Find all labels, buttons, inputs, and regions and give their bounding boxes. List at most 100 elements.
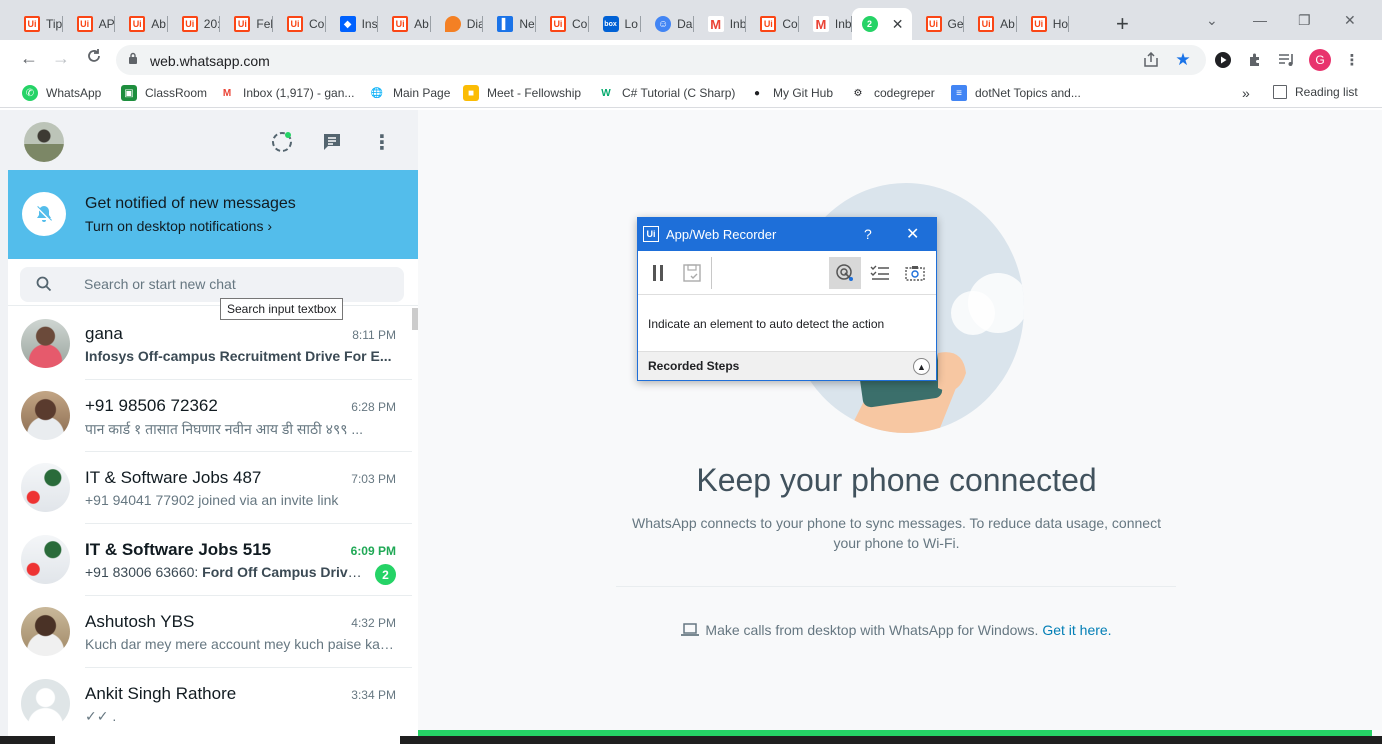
chat-row[interactable]: gana 8:11 PM Infosys Off-campus Recruitmen… xyxy=(8,308,418,380)
chat-sidebar: ⋮ Get notified of new messages Turn on d… xyxy=(8,110,418,736)
steps-list-button[interactable] xyxy=(864,257,896,289)
desktop-calls-text: Make calls from desktop with WhatsApp fo… xyxy=(705,622,1043,638)
recorder-titlebar[interactable]: Ui App/Web Recorder ? ✕ xyxy=(638,218,936,251)
browser-tab[interactable]: ◆ Ins xyxy=(326,8,379,40)
intro-panel: Keep your phone connected WhatsApp conne… xyxy=(418,110,1382,736)
tab-title: Inb xyxy=(834,17,852,31)
whatsapp-icon: ✆ xyxy=(22,85,38,101)
recorder-close-button[interactable]: ✕ xyxy=(906,224,919,244)
bookmark-label: C# Tutorial (C Sharp) xyxy=(622,86,736,100)
browser-tab[interactable]: Ui AP xyxy=(63,8,116,40)
tab-title: Da xyxy=(677,17,693,31)
browser-tab[interactable]: M Inb xyxy=(799,8,852,40)
forward-icon[interactable]: → xyxy=(52,48,70,69)
browser-tab[interactable]: Ui Ab xyxy=(115,8,168,40)
wikipedia-icon: 🌐 xyxy=(369,85,385,101)
browser-tab[interactable]: box Lo xyxy=(589,8,642,40)
search-tooltip: Search input textbox xyxy=(220,298,344,320)
tab-list: Ui Tip Ui AP Ui Ab Ui 20: Ui Fel Ui Co ◆ Ins Ui Ab Dia ▌ N… xyxy=(10,8,1069,40)
tab-search-chevron-icon[interactable]: ⌄ xyxy=(1206,12,1218,29)
tab-title: Ab xyxy=(151,17,166,31)
chat-row[interactable]: Ashutosh YBS 4:32 PM Kuch dar mey mere acc… xyxy=(8,596,418,668)
reading-list-button[interactable]: Reading list xyxy=(1273,85,1358,99)
new-tab-button[interactable]: + xyxy=(1116,12,1129,36)
help-button[interactable]: ? xyxy=(864,226,872,242)
browser-tab[interactable]: Ui Ho xyxy=(1017,8,1070,40)
chat-row[interactable]: IT & Software Jobs 487 7:03 PM +91 94041 7… xyxy=(8,452,418,524)
back-icon[interactable]: ← xyxy=(20,48,38,69)
intro-subtext: WhatsApp connects to your phone to sync … xyxy=(632,515,1161,551)
browser-tab[interactable]: 2 ✕ xyxy=(851,8,912,40)
recorder-dialog: Ui App/Web Recorder ? ✕ Indicate an elem… xyxy=(637,217,937,381)
bookmark-item[interactable]: ● My Git Hub xyxy=(749,85,833,101)
browser-tab[interactable]: ☺ Da xyxy=(641,8,694,40)
menu-icon[interactable]: ⋮ xyxy=(370,130,394,154)
get-it-here-link[interactable]: Get it here. xyxy=(1042,622,1111,638)
browser-tab[interactable]: Ui Co xyxy=(273,8,326,40)
browser-tab[interactable]: Ui Ge xyxy=(912,8,965,40)
tab-title: Tip xyxy=(46,17,63,31)
search-input[interactable] xyxy=(84,274,384,294)
menu-kebab-icon[interactable]: ⋮ xyxy=(1343,51,1361,69)
bookmark-item[interactable]: M Inbox (1,917) - gan... xyxy=(219,85,354,101)
browser-tab[interactable]: Ui 20: xyxy=(168,8,220,40)
screenshot-button[interactable] xyxy=(899,257,931,289)
bookmarks-bar: » Reading list ✆ WhatsApp ▣ ClassRoom M Inbox… xyxy=(0,80,1382,108)
profile-avatar[interactable]: G xyxy=(1309,49,1331,71)
media-queue-icon[interactable] xyxy=(1278,51,1296,69)
minimize-icon[interactable]: — xyxy=(1253,12,1267,28)
search-box[interactable] xyxy=(20,267,404,302)
gmail-icon: M xyxy=(707,16,724,32)
chat-last-message: Kuch dar mey mere account mey kuch paise… xyxy=(85,636,395,652)
intro-headline: Keep your phone connected xyxy=(696,462,1097,498)
browser-tab[interactable]: Ui Fel xyxy=(220,8,273,40)
classroom-icon: ▣ xyxy=(121,85,137,101)
os-taskbar xyxy=(0,736,1382,744)
save-button[interactable] xyxy=(676,257,708,289)
chat-row[interactable]: IT & Software Jobs 515 6:09 PM +91 83006 6… xyxy=(8,524,418,596)
pause-button[interactable] xyxy=(642,257,674,289)
browser-tab[interactable]: Ui Ab xyxy=(964,8,1017,40)
recorded-steps-header[interactable]: Recorded Steps ▲ xyxy=(638,351,936,380)
share-icon[interactable] xyxy=(1142,51,1160,69)
browser-tab[interactable]: ▌ Ne xyxy=(483,8,536,40)
browser-tab[interactable]: Ui Co xyxy=(746,8,799,40)
tab-title: Co xyxy=(308,17,325,31)
search-bar xyxy=(8,259,418,306)
browser-tab[interactable]: Ui Co xyxy=(536,8,589,40)
taskbar-search[interactable] xyxy=(55,736,400,744)
uipath-icon: Ui xyxy=(1030,16,1047,32)
restore-icon[interactable]: ❐ xyxy=(1298,12,1311,29)
reload-icon[interactable] xyxy=(86,48,102,69)
chat-row[interactable]: Ankit Singh Rathore 3:34 PM ✓✓ . xyxy=(8,668,418,736)
tab-title: Fel xyxy=(256,17,273,31)
status-icon[interactable] xyxy=(270,130,294,154)
extensions-icon[interactable] xyxy=(1246,51,1264,69)
indicate-element-button[interactable] xyxy=(829,257,861,289)
bookmark-item[interactable]: 🌐 Main Page xyxy=(369,85,450,101)
browser-tab[interactable]: M Inb xyxy=(694,8,746,40)
bookmark-item[interactable]: ■ Meet - Fellowship xyxy=(463,85,581,101)
bookmark-item[interactable]: ✆ WhatsApp xyxy=(22,85,101,101)
close-tab-icon[interactable]: ✕ xyxy=(892,16,904,33)
new-chat-icon[interactable] xyxy=(320,130,344,154)
address-bar[interactable]: web.whatsapp.com ★ xyxy=(116,45,1206,75)
my-avatar[interactable] xyxy=(24,122,64,162)
bookmark-item[interactable]: ⚙ codegreper xyxy=(850,85,935,101)
chat-row[interactable]: +91 98506 72362 6:28 PM पान कार्ड १ तासात … xyxy=(8,380,418,452)
notification-subtitle[interactable]: Turn on desktop notifications › xyxy=(85,218,272,234)
chevron-up-icon[interactable]: ▲ xyxy=(913,358,930,375)
browser-tab[interactable]: Ui Ab xyxy=(378,8,431,40)
close-window-icon[interactable]: ✕ xyxy=(1344,12,1356,29)
bookmark-item[interactable]: ≡ dotNet Topics and... xyxy=(951,85,1081,101)
browser-tab[interactable]: Ui Tip xyxy=(10,8,63,40)
bookmark-item[interactable]: W C# Tutorial (C Sharp) xyxy=(598,85,735,101)
bookmarks-overflow-chevron[interactable]: » xyxy=(1242,85,1250,101)
bookmark-star-icon[interactable]: ★ xyxy=(1174,50,1192,69)
bookmark-item[interactable]: ▣ ClassRoom xyxy=(121,85,207,101)
notification-banner[interactable]: Get notified of new messages Turn on des… xyxy=(8,170,418,259)
checklist-icon xyxy=(870,265,889,280)
browser-tab[interactable]: Dia xyxy=(431,8,483,40)
unread-badge: 2 xyxy=(375,564,396,585)
media-play-icon[interactable] xyxy=(1214,51,1232,69)
